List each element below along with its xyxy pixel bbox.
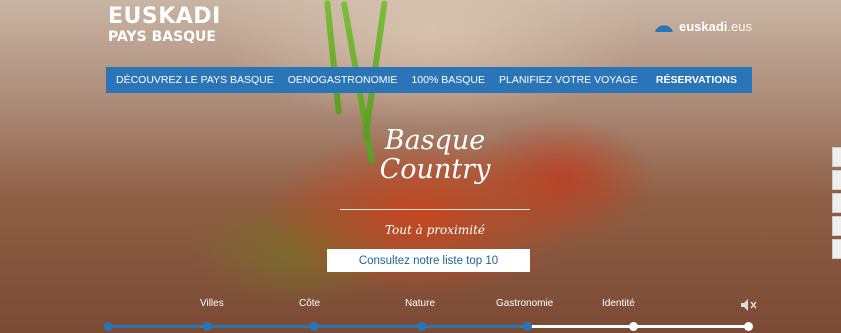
herb-stem [324, 0, 342, 115]
hero-title-line-1: Basque [384, 125, 486, 156]
timeline-dot-nature[interactable] [417, 322, 426, 331]
timeline-dot-gastronomie[interactable] [523, 322, 532, 331]
category-nature[interactable]: Nature [405, 298, 435, 309]
nav-item-planifiez[interactable]: PLANIFIEZ VOTRE VOYAGE [485, 74, 638, 86]
nav-item-decouvrez[interactable]: DÉCOUVREZ LE PAYS BASQUE [106, 74, 274, 86]
hero-video: EUSKADI PAYS BASQUE euskadi.eus DÉCOUVRE… [0, 0, 841, 333]
share-button[interactable] [832, 147, 841, 167]
nav-item-reservations[interactable]: RÉSERVATIONS [648, 74, 752, 86]
top10-button[interactable]: Consultez notre liste top 10 [327, 249, 530, 272]
euskadi-eus-link[interactable]: euskadi.eus [654, 19, 752, 34]
timeline-dot-identite[interactable] [629, 322, 638, 331]
share-button[interactable] [832, 170, 841, 190]
share-button[interactable] [832, 193, 841, 213]
logo-line-2: PAYS BASQUE [108, 29, 216, 45]
share-button[interactable] [832, 216, 841, 236]
nav-item-100-basque[interactable]: 100% BASQUE [397, 74, 485, 86]
hero-tagline: Tout à proximité [384, 223, 486, 237]
category-cote[interactable]: Côte [299, 298, 320, 309]
category-identite[interactable]: Identité [602, 298, 635, 309]
timeline-remaining [526, 325, 751, 328]
euskadi-logo-icon [655, 24, 673, 32]
hero-title: Basque Country [360, 126, 510, 184]
main-nav: DÉCOUVREZ LE PAYS BASQUE OENOGASTRONOMIE… [106, 67, 752, 93]
share-button[interactable] [832, 239, 841, 259]
category-villes[interactable]: Villes [200, 298, 224, 309]
brand-name: euskadi [679, 19, 728, 34]
hero-title-line-2: Country [379, 154, 491, 185]
category-timeline [104, 322, 753, 331]
timeline-dot-end[interactable] [744, 322, 753, 331]
brand-domain: .eus [727, 19, 752, 34]
category-gastronomie[interactable]: Gastronomie [496, 298, 553, 309]
timeline-dot-villes[interactable] [203, 322, 212, 331]
title-underline [340, 209, 530, 210]
logo-line-1: EUSKADI [108, 4, 221, 29]
euskadi-logo[interactable]: EUSKADI PAYS BASQUE [108, 4, 221, 45]
mute-speaker-icon[interactable] [740, 298, 758, 312]
timeline-dot-cote[interactable] [310, 322, 319, 331]
nav-item-oenogastronomie[interactable]: OENOGASTRONOMIE [274, 74, 398, 86]
timeline-dot-start[interactable] [104, 322, 113, 331]
